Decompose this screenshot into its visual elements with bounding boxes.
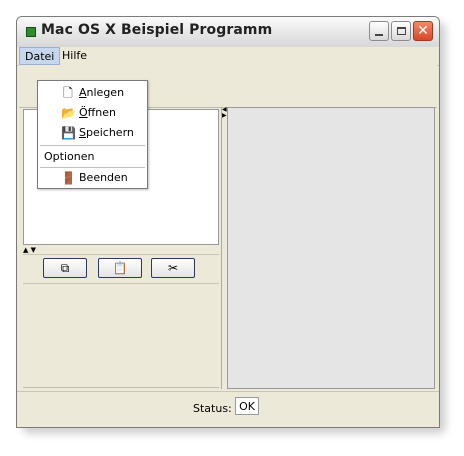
maximize-icon	[396, 27, 406, 35]
open-folder-icon: 📂	[61, 106, 76, 120]
menu-item-label: Optionen	[44, 150, 95, 163]
exit-door-icon: 🚪	[61, 171, 76, 185]
minimize-icon	[375, 34, 383, 36]
status-bar: Status: OK	[17, 391, 439, 427]
window-title: Mac OS X Beispiel Programm	[41, 22, 273, 38]
new-document-icon: 🗋	[63, 86, 73, 100]
right-pane[interactable]	[227, 107, 435, 389]
app-icon	[26, 27, 36, 37]
cut-button[interactable]: ✂	[151, 258, 195, 278]
menu-separator	[40, 145, 145, 146]
menu-item-label: Anlegen	[79, 86, 125, 99]
menu-item-oeffnen[interactable]: 📂 Öffnen	[39, 103, 146, 123]
menu-hilfe[interactable]: Hilfe	[57, 47, 92, 65]
menu-datei[interactable]: Datei	[19, 47, 61, 65]
copy-button[interactable]: ⧉	[43, 258, 87, 278]
menu-item-label: Speichern	[79, 126, 134, 139]
edit-toolbar: ⧉ 📋 ✂	[23, 254, 219, 284]
split-divider-handle[interactable]: ◀ ▶	[222, 107, 227, 119]
title-bar[interactable]: Mac OS X Beispiel Programm ✕	[17, 17, 439, 48]
paste-icon: 📋	[112, 261, 128, 275]
minimize-button[interactable]	[369, 21, 389, 41]
lower-left-panel	[23, 283, 219, 388]
menu-item-speichern[interactable]: 💾 Speichern	[39, 123, 146, 143]
close-icon: ✕	[417, 22, 429, 39]
menu-item-anlegen[interactable]: 🗋 Anlegen	[39, 83, 146, 103]
status-label: Status:	[193, 402, 232, 415]
status-value: OK	[235, 397, 259, 415]
copy-icon: ⧉	[60, 260, 70, 275]
datei-dropdown-menu: 🗋 Anlegen 📂 Öffnen 💾 Speichern Optionen …	[37, 80, 148, 189]
menu-item-optionen[interactable]: Optionen	[39, 147, 146, 167]
save-disk-icon: 💾	[61, 126, 76, 140]
maximize-button[interactable]	[391, 21, 411, 41]
menu-item-label: Beenden	[79, 171, 128, 184]
menu-item-beenden[interactable]: 🚪 Beenden	[39, 168, 146, 188]
menu-item-label: Öffnen	[79, 106, 116, 119]
menu-bar: Datei Hilfe	[17, 47, 439, 66]
split-collapse-arrows[interactable]: ▲ ▼	[23, 247, 36, 254]
paste-button[interactable]: 📋	[98, 258, 142, 278]
cut-icon: ✂	[167, 261, 179, 275]
close-button[interactable]: ✕	[413, 21, 433, 41]
app-window: Mac OS X Beispiel Programm ✕ Datei Hilfe…	[16, 16, 440, 428]
